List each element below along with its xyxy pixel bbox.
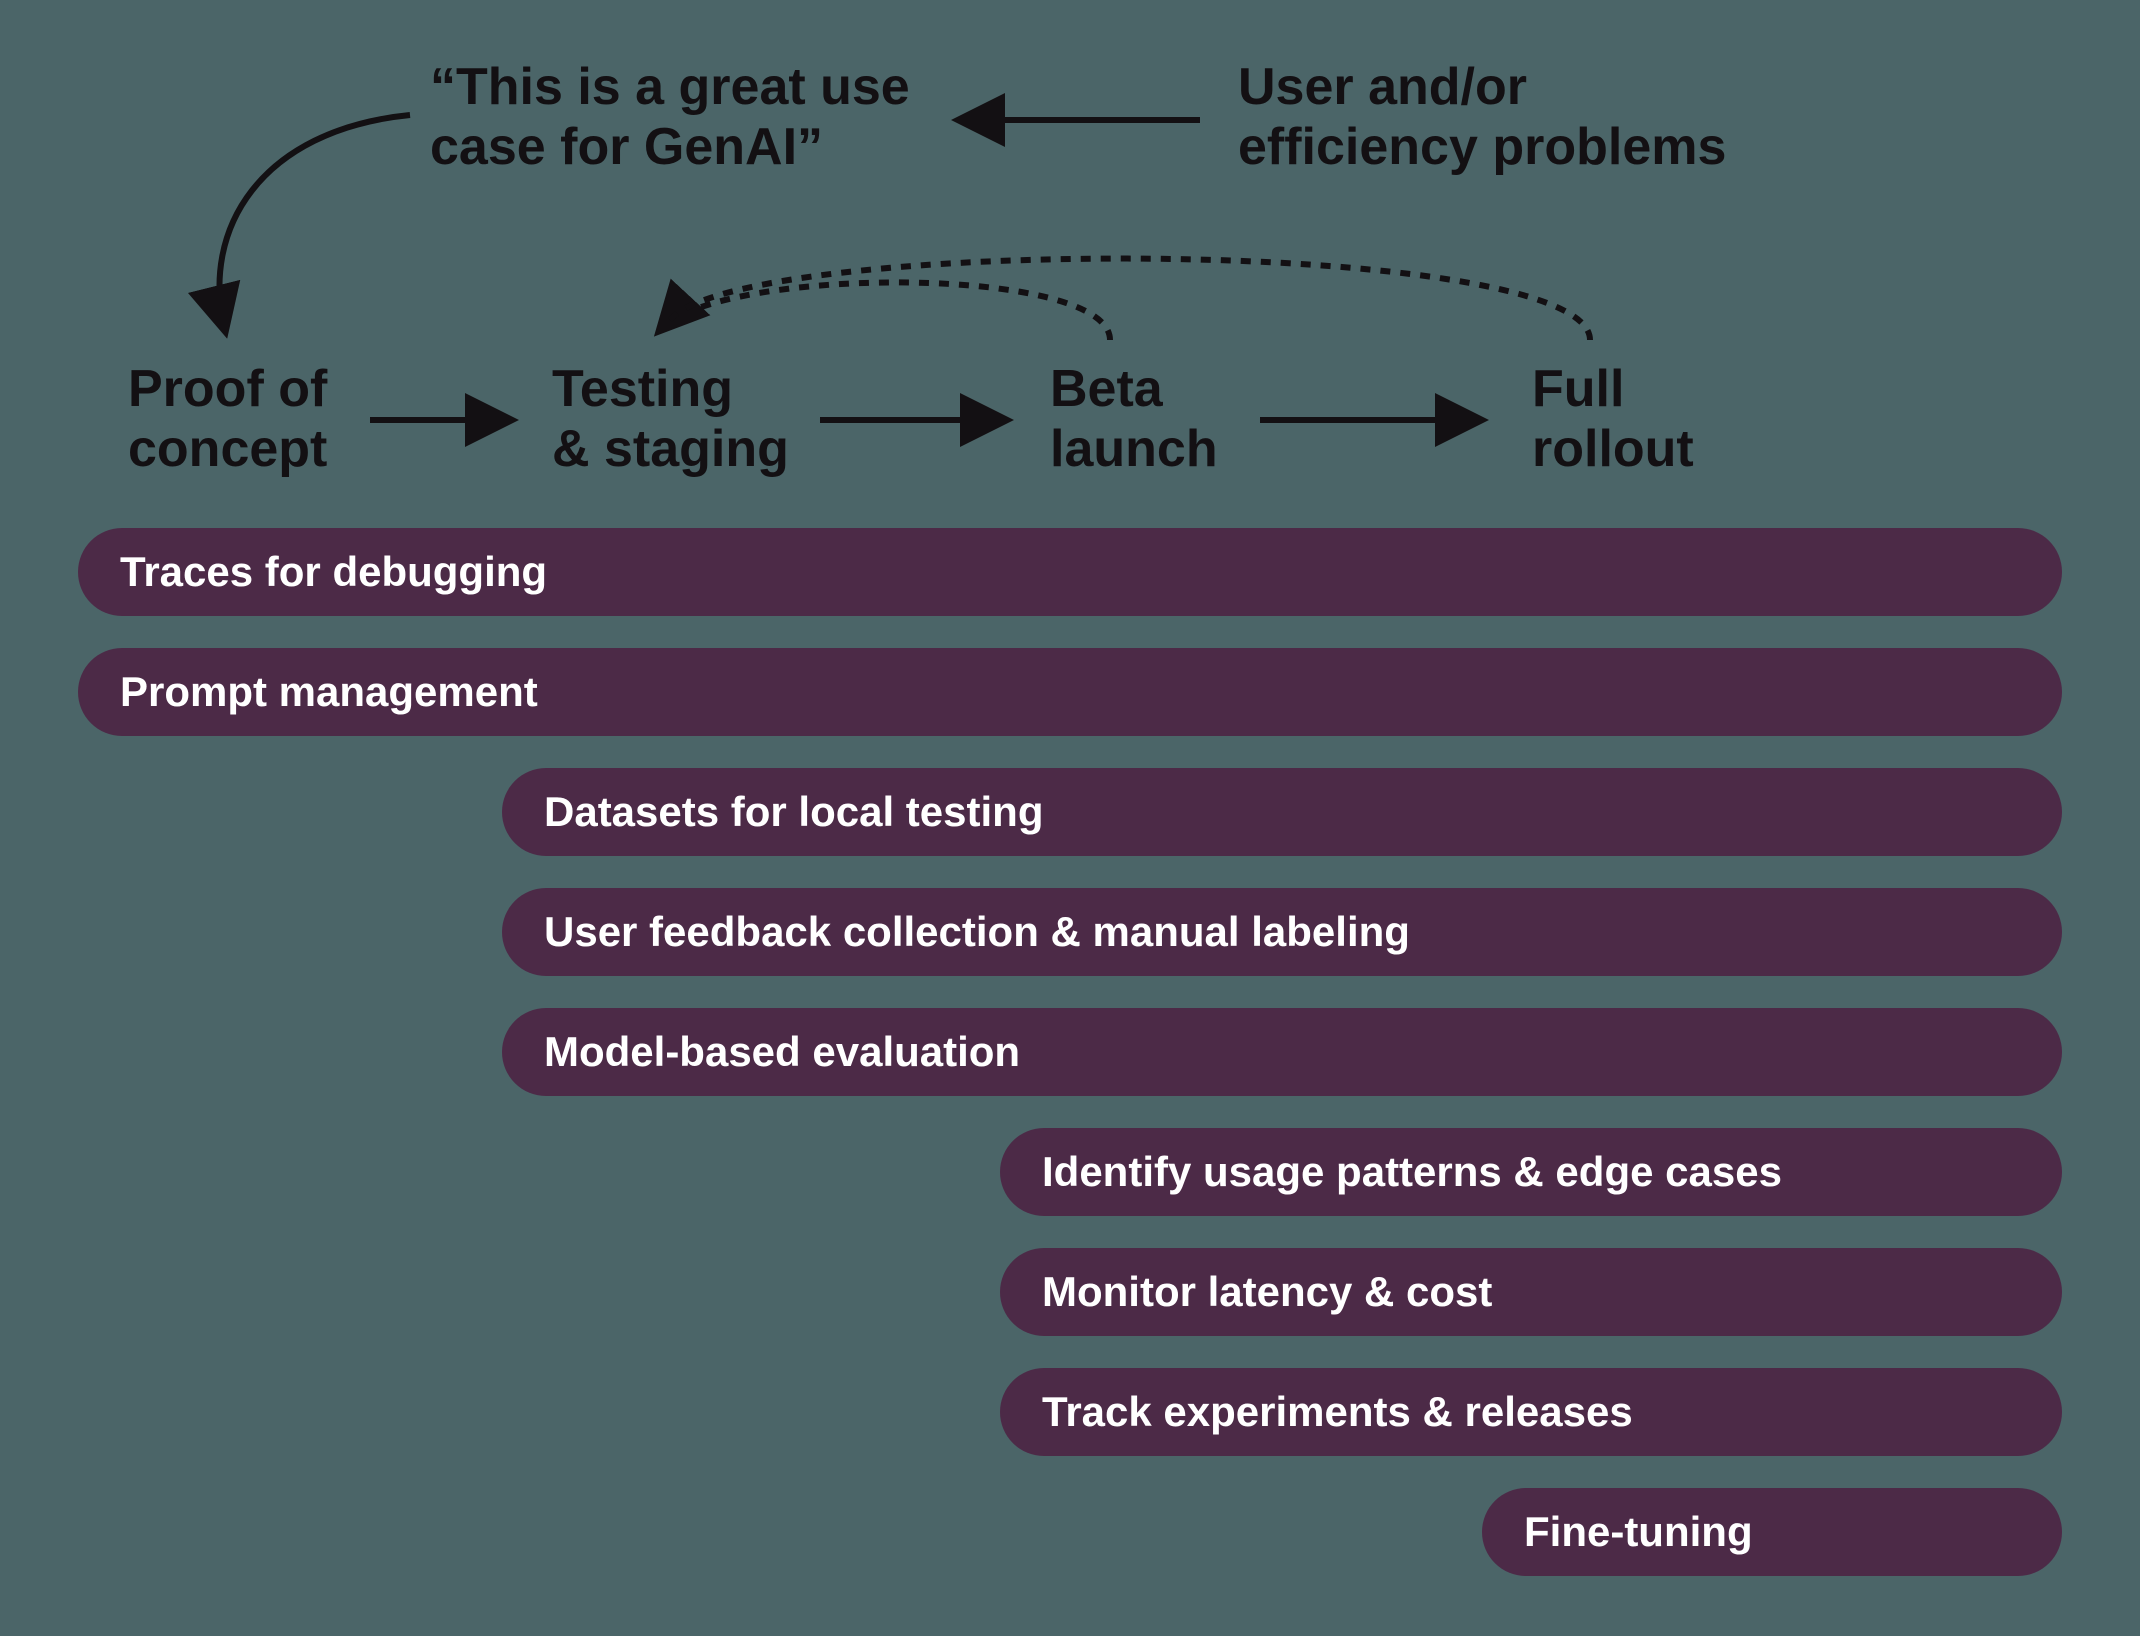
quote-line2: case for GenAI” xyxy=(430,118,823,176)
arrow-feedback-beta-to-testing xyxy=(660,282,1110,340)
pill-datasets-label: Datasets for local testing xyxy=(544,788,1043,836)
stage-beta-line2: launch xyxy=(1050,420,1218,478)
pill-feedback: User feedback collection & manual labeli… xyxy=(502,888,2062,976)
quote-text: “This is a great use case for GenAI” xyxy=(430,58,910,178)
pill-prompt: Prompt management xyxy=(78,648,2062,736)
pill-latency: Monitor latency & cost xyxy=(1000,1248,2062,1336)
problems-text: User and/or efficiency problems xyxy=(1238,58,1726,178)
pill-track: Track experiments & releases xyxy=(1000,1368,2062,1456)
pill-prompt-label: Prompt management xyxy=(120,668,538,716)
pill-modeleval-label: Model-based evaluation xyxy=(544,1028,1020,1076)
pill-latency-label: Monitor latency & cost xyxy=(1042,1268,1492,1316)
pill-finetune-label: Fine-tuning xyxy=(1524,1508,1753,1556)
pill-datasets: Datasets for local testing xyxy=(502,768,2062,856)
stage-beta-line1: Beta xyxy=(1050,360,1163,418)
stage-poc-line1: Proof of xyxy=(128,360,327,418)
pill-feedback-label: User feedback collection & manual labeli… xyxy=(544,908,1410,956)
stage-full-line1: Full xyxy=(1532,360,1624,418)
stage-beta: Beta launch xyxy=(1050,360,1218,480)
arrow-quote-to-poc xyxy=(220,115,410,330)
stage-poc: Proof of concept xyxy=(128,360,327,480)
problems-line2: efficiency problems xyxy=(1238,118,1726,176)
problems-line1: User and/or xyxy=(1238,58,1527,116)
pill-traces: Traces for debugging xyxy=(78,528,2062,616)
stage-testing-line2: & staging xyxy=(552,420,789,478)
pill-track-label: Track experiments & releases xyxy=(1042,1388,1633,1436)
pill-patterns: Identify usage patterns & edge cases xyxy=(1000,1128,2062,1216)
quote-line1: “This is a great use xyxy=(430,58,910,116)
stage-poc-line2: concept xyxy=(128,420,327,478)
pill-finetune: Fine-tuning xyxy=(1482,1488,2062,1576)
arrow-feedback-full-to-testing xyxy=(670,259,1590,340)
pill-patterns-label: Identify usage patterns & edge cases xyxy=(1042,1148,1782,1196)
stage-testing: Testing & staging xyxy=(552,360,789,480)
stage-full-line2: rollout xyxy=(1532,420,1694,478)
stage-full: Full rollout xyxy=(1532,360,1694,480)
pill-traces-label: Traces for debugging xyxy=(120,548,547,596)
pill-modeleval: Model-based evaluation xyxy=(502,1008,2062,1096)
diagram-canvas: “This is a great use case for GenAI” Use… xyxy=(0,0,2140,1636)
stage-testing-line1: Testing xyxy=(552,360,733,418)
